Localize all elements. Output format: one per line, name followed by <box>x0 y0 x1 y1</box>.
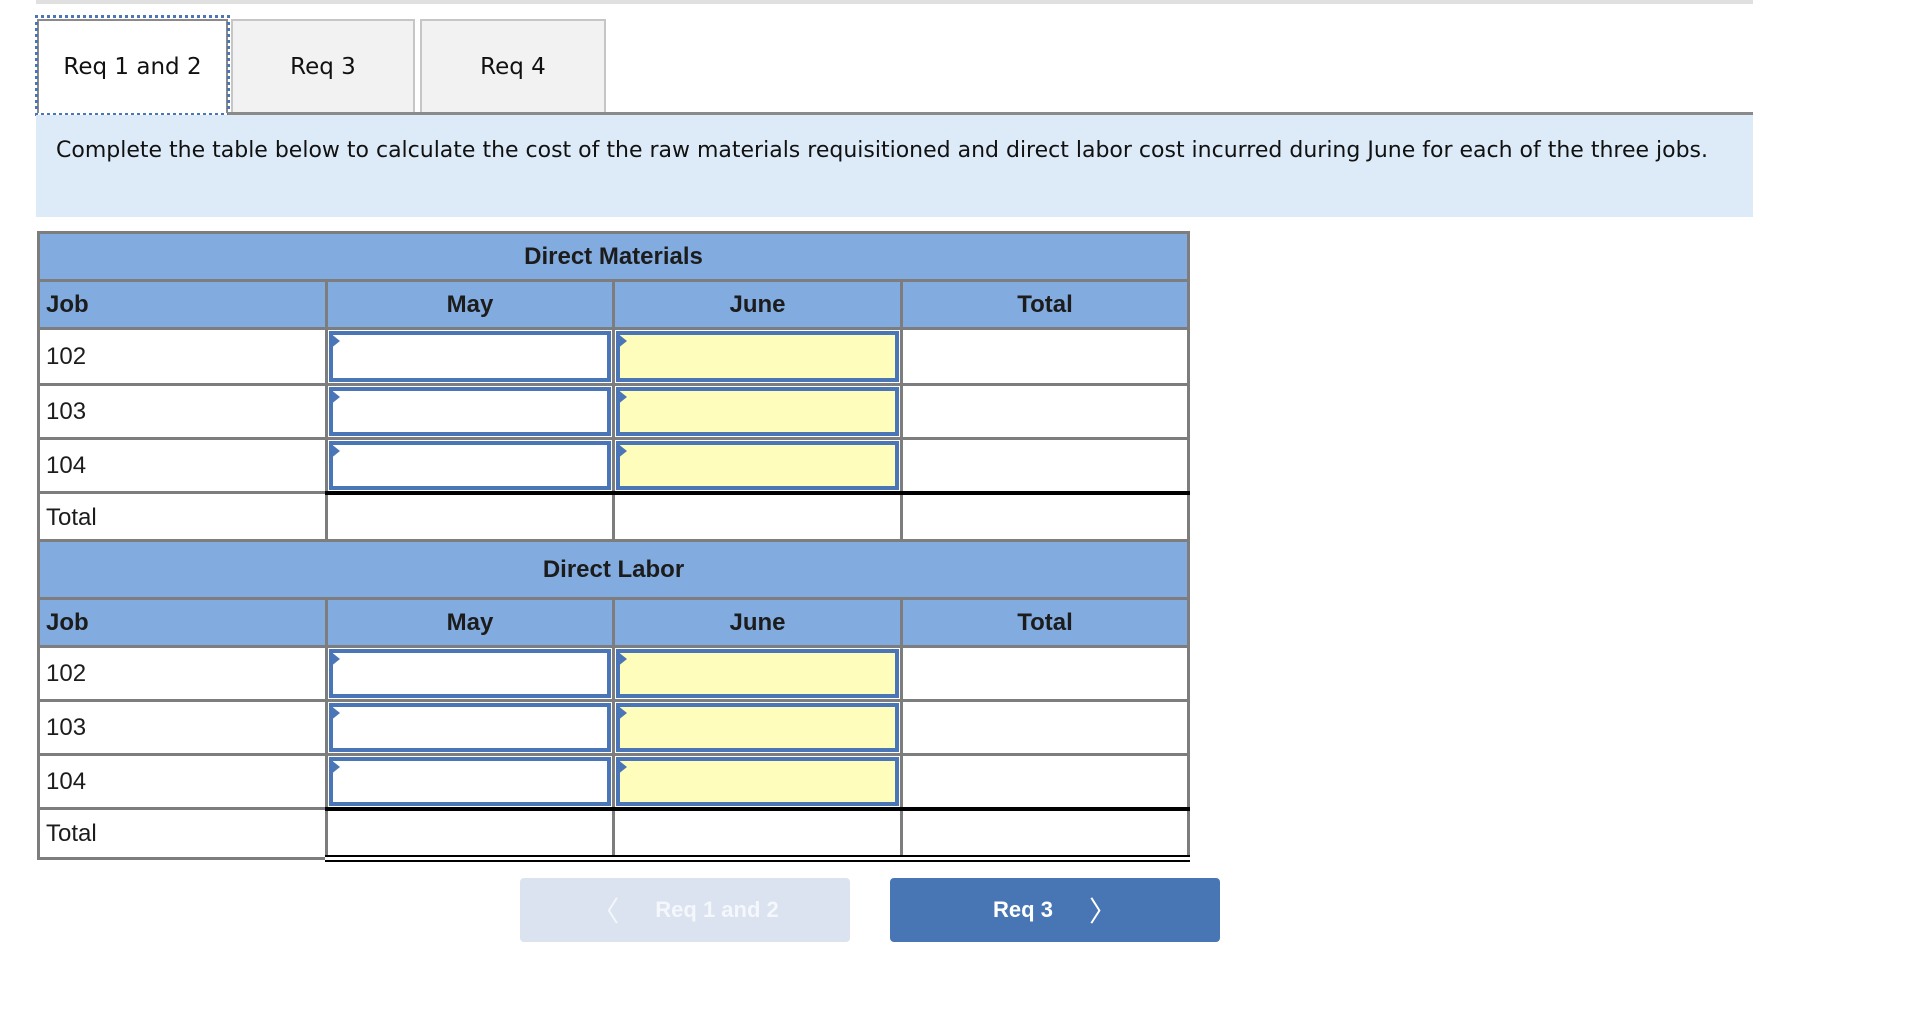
dl-june-103-cell <box>612 699 903 756</box>
dl-june-102-cell <box>612 645 903 702</box>
col-header-june: June <box>612 597 903 648</box>
dm-total-june <box>612 490 903 546</box>
dl-may-104-input[interactable] <box>328 756 612 807</box>
dl-june-104-input[interactable] <box>615 756 900 807</box>
tab-label: Req 4 <box>480 54 546 80</box>
dl-grand-total <box>900 806 1190 862</box>
table-row: 103 <box>37 699 1190 756</box>
col-header-job: Job <box>37 597 328 648</box>
dl-june-102-input[interactable] <box>615 648 900 699</box>
chevron-right-icon: 〉 <box>1088 895 1117 928</box>
dm-june-102-input[interactable] <box>615 330 900 383</box>
col-header-job: Job <box>37 279 328 330</box>
prev-button-label: Req 1 and 2 <box>655 897 779 922</box>
job-number: 103 <box>37 699 328 756</box>
prev-req-button[interactable]: 〈 Req 1 and 2 <box>520 878 850 942</box>
tab-req-3[interactable]: Req 3 <box>231 19 415 113</box>
dm-june-103-input[interactable] <box>615 386 900 437</box>
total-label: Total <box>37 807 328 860</box>
table-row: 103 <box>37 383 1190 440</box>
dl-total-june <box>612 806 903 862</box>
dm-grand-total <box>900 490 1190 546</box>
dl-june-104-cell <box>612 753 903 810</box>
top-divider-bar <box>36 0 1753 4</box>
instructions-text: Complete the table below to calculate th… <box>56 138 1709 163</box>
dl-may-103-input[interactable] <box>328 702 612 753</box>
dl-june-103-input[interactable] <box>615 702 900 753</box>
dl-may-102-cell <box>325 645 615 702</box>
job-number: 103 <box>37 383 328 440</box>
table-row: 102 <box>37 327 1190 386</box>
next-button-label: Req 3 <box>993 897 1053 922</box>
job-number: 102 <box>37 645 328 702</box>
job-number: 102 <box>37 327 328 386</box>
dl-total-103 <box>900 699 1190 756</box>
dm-june-104-input[interactable] <box>615 440 900 491</box>
dm-may-102-input[interactable] <box>328 330 612 383</box>
dl-total-104 <box>900 753 1190 810</box>
dl-may-103-cell <box>325 699 615 756</box>
dm-may-102-cell <box>325 327 615 386</box>
table-row: 104 <box>37 437 1190 494</box>
total-label: Total <box>37 491 328 544</box>
col-header-total: Total <box>900 279 1190 330</box>
col-header-may: May <box>325 597 615 648</box>
job-number: 104 <box>37 753 328 810</box>
dl-total-may <box>325 806 615 862</box>
job-number: 104 <box>37 437 328 494</box>
next-req-button[interactable]: Req 3 〉 <box>890 878 1220 942</box>
col-header-total: Total <box>900 597 1190 648</box>
direct-labor-table: Direct Labor Job May June Total 102 103 … <box>37 539 1190 862</box>
dm-total-103 <box>900 383 1190 440</box>
dm-total-102 <box>900 327 1190 386</box>
total-row: Total <box>37 490 1190 546</box>
chevron-left-icon: 〈 <box>591 895 620 928</box>
col-header-june: June <box>612 279 903 330</box>
tab-label: Req 3 <box>290 54 356 80</box>
dm-june-104-cell <box>612 437 903 494</box>
dm-june-102-cell <box>612 327 903 386</box>
dm-may-103-cell <box>325 383 615 440</box>
direct-labor-title: Direct Labor <box>37 539 1190 600</box>
dm-total-may <box>325 490 615 546</box>
total-row: Total <box>37 806 1190 862</box>
dm-june-103-cell <box>612 383 903 440</box>
direct-materials-title: Direct Materials <box>37 231 1190 282</box>
dm-total-104 <box>900 437 1190 494</box>
tab-req-1-and-2[interactable]: Req 1 and 2 <box>37 19 228 113</box>
table-row: 102 <box>37 645 1190 702</box>
col-header-may: May <box>325 279 615 330</box>
dm-may-103-input[interactable] <box>328 386 612 437</box>
dl-may-102-input[interactable] <box>328 648 612 699</box>
tab-label: Req 1 and 2 <box>63 54 202 80</box>
dl-total-102 <box>900 645 1190 702</box>
tab-req-4[interactable]: Req 4 <box>420 19 606 113</box>
dm-may-104-cell <box>325 437 615 494</box>
direct-materials-table: Direct Materials Job May June Total 102 … <box>37 231 1190 546</box>
dm-may-104-input[interactable] <box>328 440 612 491</box>
table-row: 104 <box>37 753 1190 810</box>
dl-may-104-cell <box>325 753 615 810</box>
instructions-panel: Complete the table below to calculate th… <box>36 115 1753 217</box>
